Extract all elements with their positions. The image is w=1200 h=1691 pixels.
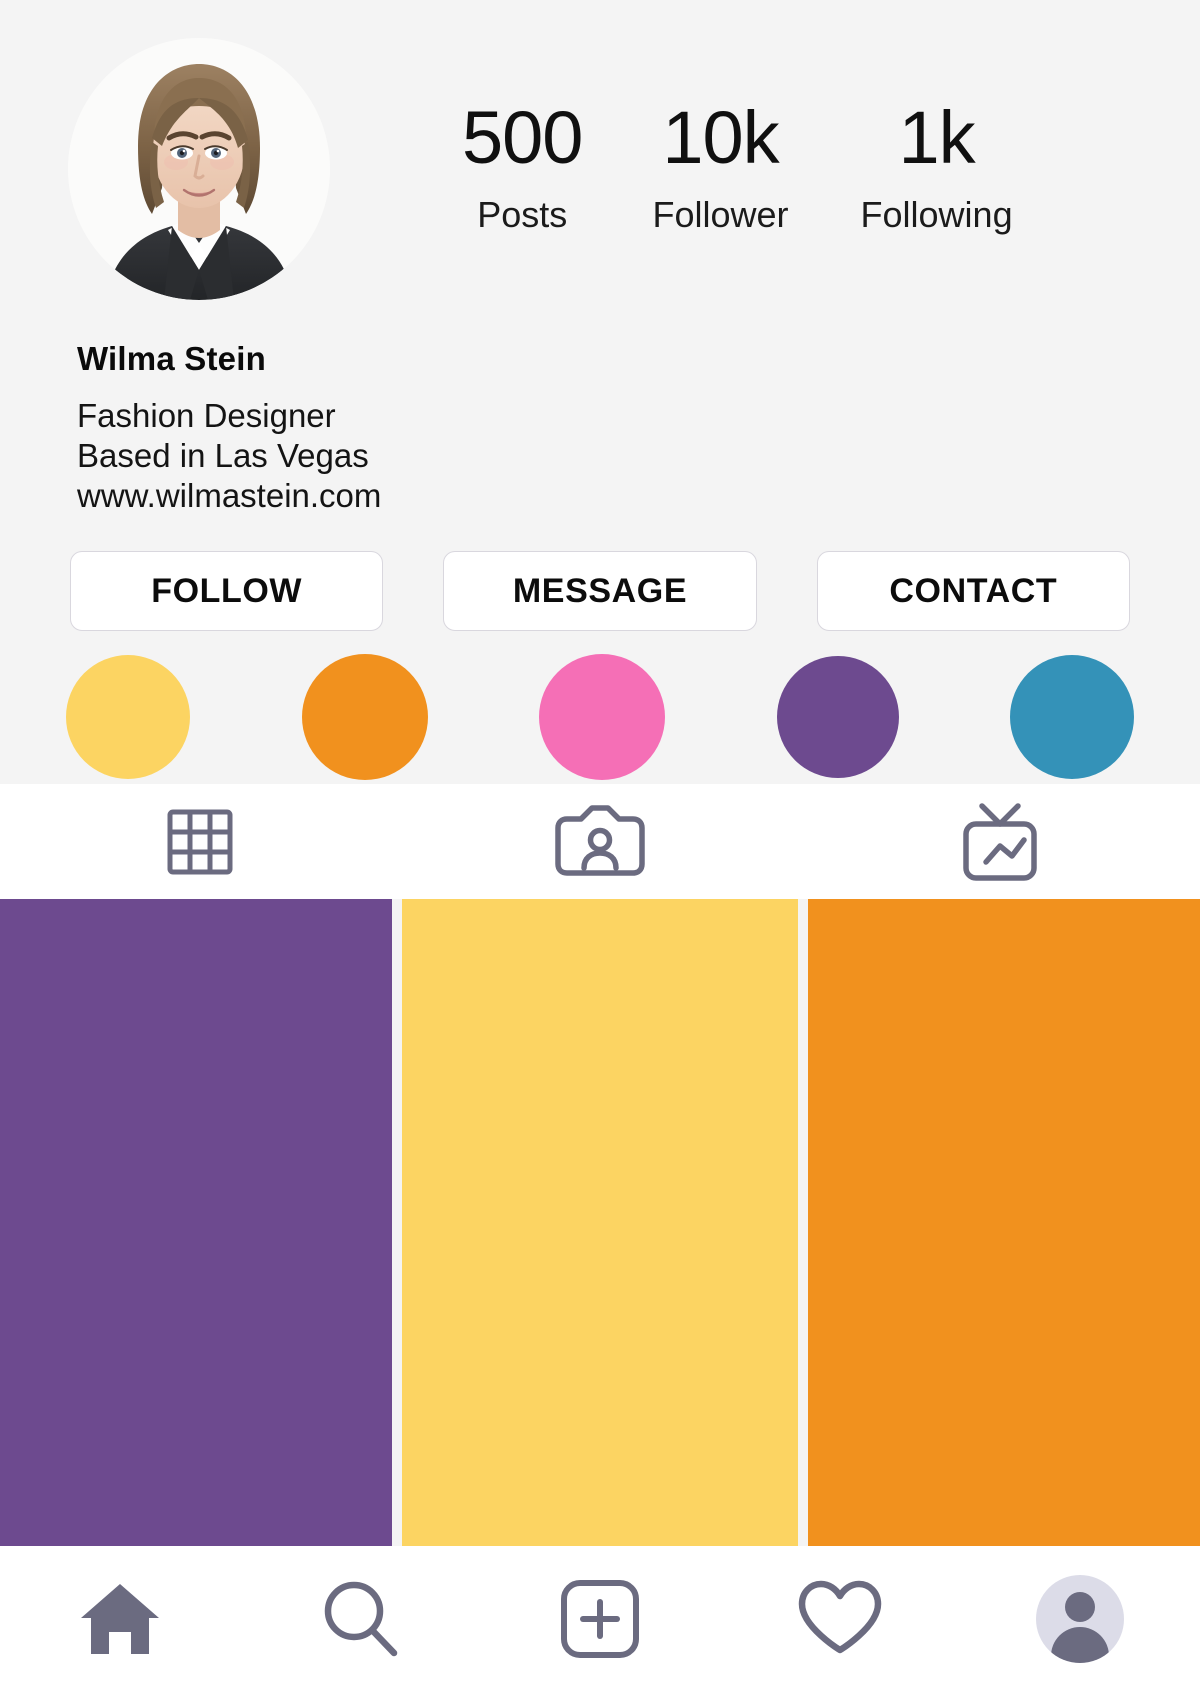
bio-line-website[interactable]: www.wilmastein.com: [77, 476, 1200, 516]
stat-followers-value: 10k: [662, 96, 779, 179]
highlight-yellow[interactable]: [66, 655, 190, 779]
profile-action-buttons: FOLLOW MESSAGE CONTACT: [0, 551, 1200, 631]
tab-igtv[interactable]: [800, 784, 1200, 899]
post-thumbnail-orange[interactable]: [808, 899, 1200, 1546]
search-icon: [318, 1577, 402, 1661]
bio-line-location: Based in Las Vegas: [77, 437, 369, 474]
highlight-orange[interactable]: [301, 654, 428, 780]
nav-home[interactable]: [0, 1578, 240, 1660]
avatar-and-stats-row: 500 Posts 10k Follower 1k Following: [0, 0, 1200, 300]
stat-following-value: 1k: [898, 96, 975, 179]
add-post-icon: [559, 1578, 641, 1660]
stat-following-label: Following: [860, 194, 1013, 235]
grid-icon: [162, 804, 238, 880]
post-thumbnail-yellow[interactable]: [402, 899, 798, 1546]
tagged-icon: [548, 802, 652, 882]
profile-screen: 500 Posts 10k Follower 1k Following Wilm…: [0, 0, 1200, 1691]
profile-name: Wilma Stein: [77, 340, 266, 377]
heart-icon: [795, 1578, 885, 1660]
follow-button[interactable]: FOLLOW: [70, 551, 384, 631]
post-thumbnail-purple[interactable]: [0, 899, 392, 1546]
highlight-blue[interactable]: [1010, 655, 1134, 779]
nav-activity[interactable]: [720, 1578, 960, 1660]
stat-followers-label: Follower: [652, 194, 789, 235]
post-grid: [0, 899, 1200, 1546]
contact-button[interactable]: CONTACT: [816, 551, 1130, 631]
nav-create[interactable]: [480, 1578, 720, 1660]
avatar-head: [1065, 1591, 1095, 1622]
profile-stats: 500 Posts 10k Follower 1k Following: [432, 98, 1043, 238]
tab-grid[interactable]: [0, 784, 400, 899]
profile-avatar-icon: [1036, 1574, 1124, 1663]
stat-posts-label: Posts: [477, 194, 568, 235]
tab-tagged[interactable]: [400, 784, 800, 899]
bottom-navigation: [0, 1546, 1200, 1691]
story-highlights: [0, 654, 1200, 780]
bio-line-occupation: Fashion Designer: [77, 397, 336, 434]
stat-posts[interactable]: 500 Posts: [432, 98, 612, 238]
profile-bio: Wilma Stein Fashion Designer Based in La…: [77, 338, 1200, 516]
profile-header: 500 Posts 10k Follower 1k Following Wilm…: [0, 0, 1200, 784]
avatar-body: [1051, 1626, 1109, 1663]
stat-following[interactable]: 1k Following: [831, 98, 1043, 238]
message-button[interactable]: MESSAGE: [443, 551, 757, 631]
highlight-purple[interactable]: [776, 656, 899, 778]
home-icon: [77, 1578, 163, 1660]
stat-followers[interactable]: 10k Follower: [622, 98, 818, 238]
nav-search[interactable]: [240, 1577, 480, 1661]
igtv-icon: [954, 800, 1046, 884]
nav-profile[interactable]: [960, 1574, 1200, 1663]
avatar[interactable]: [68, 38, 330, 300]
profile-tabs: [0, 784, 1200, 899]
bio-lines: Fashion Designer Based in Las Vegas www.…: [77, 396, 1200, 516]
stat-posts-value: 500: [462, 96, 583, 179]
highlight-pink[interactable]: [539, 654, 665, 780]
